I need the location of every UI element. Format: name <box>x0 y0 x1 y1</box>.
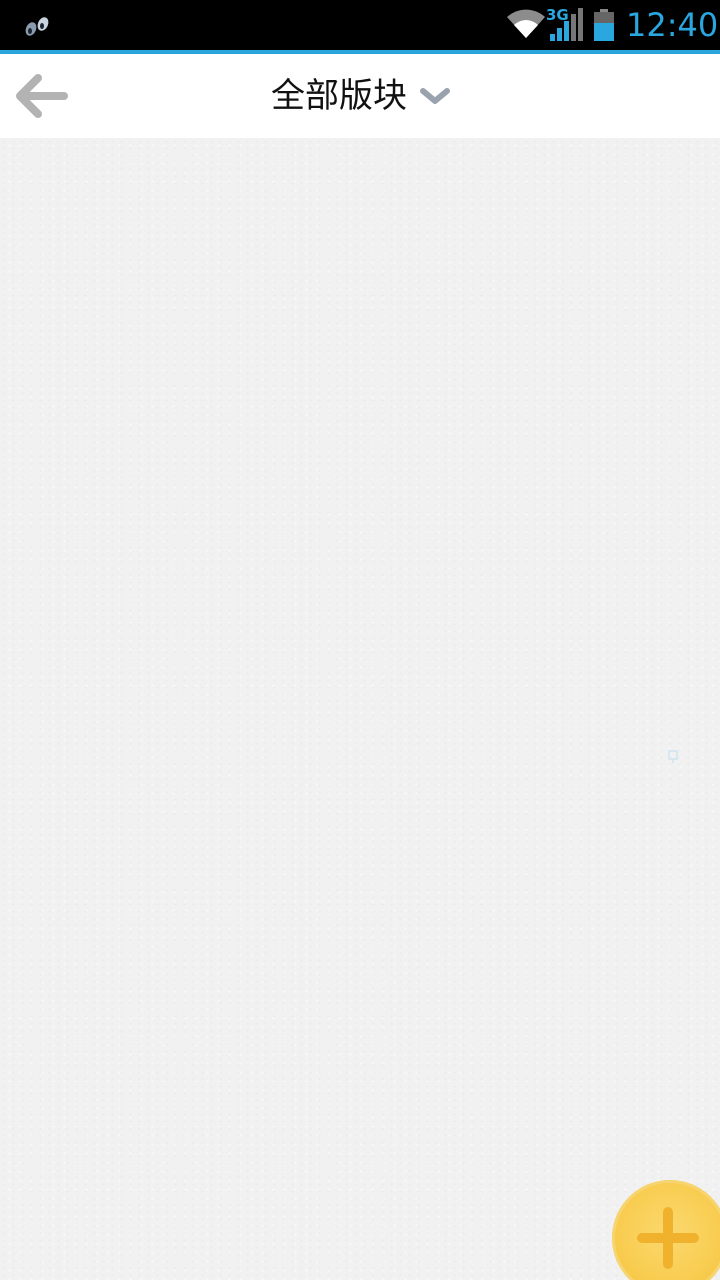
battery-icon <box>594 9 614 41</box>
loading-indicator-icon <box>668 750 678 763</box>
page-title: 全部版块 <box>271 76 407 116</box>
status-bar: 3G 12:40 <box>0 0 720 50</box>
back-arrow-icon <box>16 74 68 118</box>
content-area <box>0 138 720 1280</box>
section-selector[interactable]: 全部版块 <box>260 72 460 120</box>
action-bar: 全部版块 <box>0 54 720 138</box>
wifi-icon <box>507 9 545 38</box>
status-clock: 12:40 <box>626 6 719 44</box>
back-button[interactable] <box>10 68 74 124</box>
chevron-down-icon <box>420 88 450 104</box>
notification-icon <box>25 17 49 36</box>
plus-icon <box>637 1207 699 1269</box>
network-type-label: 3G <box>546 6 569 24</box>
